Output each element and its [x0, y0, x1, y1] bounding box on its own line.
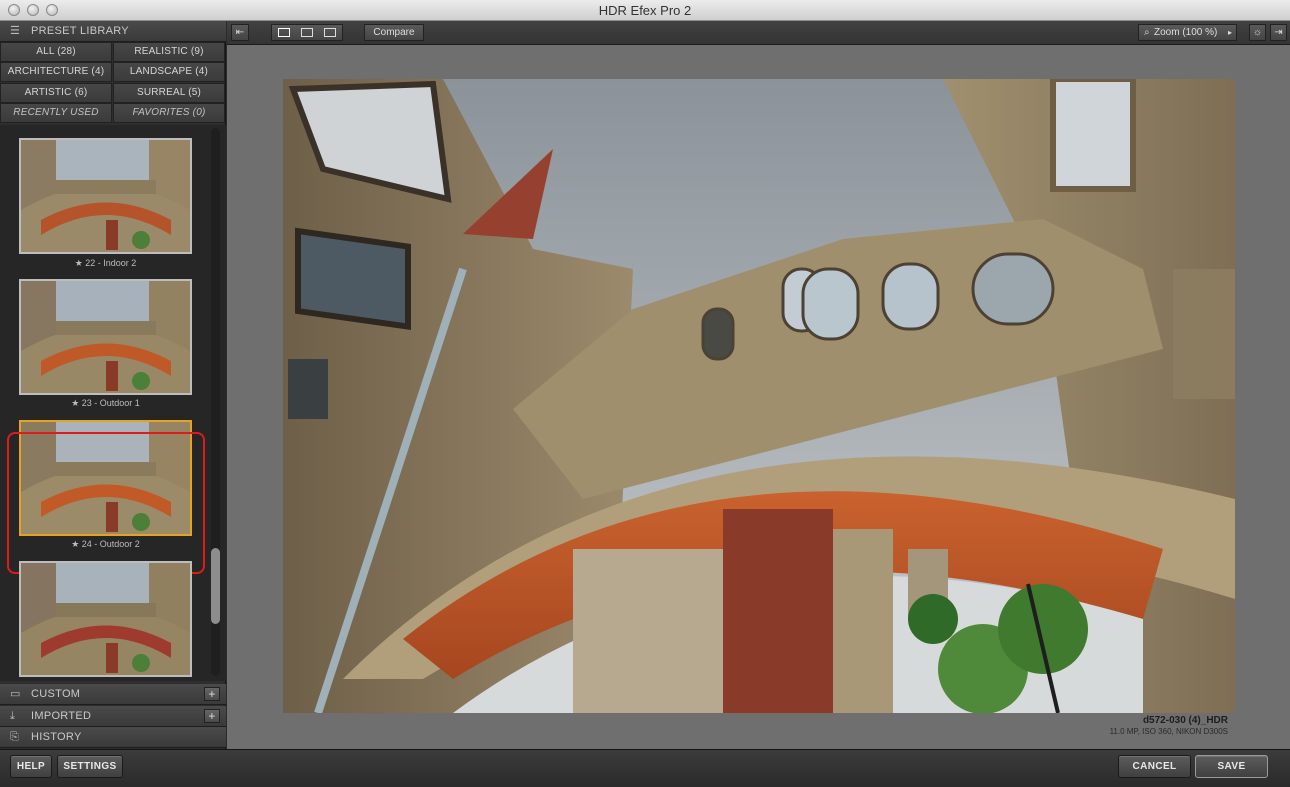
preset-caption: ★ 23 - Outdoor 1	[71, 398, 140, 408]
split-view-icon[interactable]	[301, 28, 313, 37]
custom-section-title: CUSTOM	[31, 688, 81, 700]
bridge-photo	[283, 79, 1235, 713]
preset-thumbnail[interactable]	[19, 279, 192, 395]
side-by-side-view-icon[interactable]	[324, 28, 336, 37]
image-filename: d572-030 (4)_HDR	[1142, 715, 1228, 726]
hide-panel-button[interactable]: ⇤	[231, 24, 249, 41]
preset-caption: ★ 22 - Indoor 2	[74, 258, 137, 268]
cancel-button[interactable]: CANCEL	[1118, 755, 1191, 778]
custom-section-header[interactable]: ▭ CUSTOM +	[0, 684, 226, 705]
help-button[interactable]: HELP	[10, 755, 52, 778]
window-titlebar: HDR Efex Pro 2	[0, 0, 1290, 21]
category-recently-used[interactable]: RECENTLY USED	[0, 103, 112, 123]
background-brightness-button[interactable]: ☼	[1249, 24, 1266, 41]
single-view-icon[interactable]	[278, 28, 290, 37]
save-button[interactable]: SAVE	[1195, 755, 1268, 778]
hdr-preview-image[interactable]	[283, 79, 1235, 713]
preset-categories: ALL (28) REALISTIC (9) ARCHITECTURE (4) …	[0, 42, 226, 124]
compare-button[interactable]: Compare	[364, 24, 424, 41]
preset-thumbnail[interactable]	[19, 561, 192, 677]
image-details: 11.0 MP, ISO 360, NIKON D300S	[1109, 727, 1228, 736]
magnifier-icon: ⌕	[1144, 27, 1150, 38]
imported-section-title: IMPORTED	[31, 710, 92, 722]
selection-highlight-ring	[7, 432, 205, 574]
hide-right-panel-button[interactable]: ⇥	[1270, 24, 1287, 41]
category-landscape[interactable]: LANDSCAPE (4)	[113, 62, 225, 82]
preset-preview-image	[21, 281, 190, 393]
zoom-control[interactable]: ⌕ Zoom (100 %) ▸	[1138, 24, 1237, 41]
preset-thumbnail[interactable]	[19, 138, 192, 254]
preset-thumbnail-list: ★ 22 - Indoor 2 ★ 23 - Outdoor 1 ★ 24 - …	[0, 125, 226, 681]
folder-icon: ▭	[10, 688, 21, 700]
category-realistic[interactable]: REALISTIC (9)	[113, 42, 225, 62]
history-icon: ⎘	[10, 731, 20, 743]
preset-library-title: PRESET LIBRARY	[31, 25, 129, 37]
preset-preview-image	[21, 140, 190, 252]
category-all[interactable]: ALL (28)	[0, 42, 112, 62]
preset-preview-image	[21, 563, 190, 675]
image-preview-area: d572-030 (4)_HDR 11.0 MP, ISO 360, NIKON…	[227, 45, 1290, 749]
import-icon: ⤓	[10, 710, 16, 722]
category-surreal[interactable]: SURREAL (5)	[113, 83, 225, 103]
category-architecture[interactable]: ARCHITECTURE (4)	[0, 62, 112, 82]
add-custom-preset-button[interactable]: +	[204, 687, 220, 701]
history-section-title: HISTORY	[31, 731, 82, 743]
history-section-header[interactable]: ⎘ HISTORY	[0, 727, 226, 748]
settings-button[interactable]: SETTINGS	[57, 755, 123, 778]
bottom-bar: HELP SETTINGS CANCEL SAVE	[0, 749, 1290, 787]
preset-library-header[interactable]: ☰ PRESET LIBRARY	[0, 21, 226, 42]
scrollbar-thumb[interactable]	[211, 548, 220, 624]
window-title: HDR Efex Pro 2	[598, 3, 692, 18]
top-toolbar: ⇤ Compare ⌕ Zoom (100 %) ▸ ☼ ⇥	[227, 21, 1290, 45]
preset-scrollbar[interactable]	[211, 128, 220, 676]
import-preset-button[interactable]: +	[204, 709, 220, 723]
zoom-arrow-icon[interactable]: ▸	[1228, 25, 1232, 40]
zoom-label: Zoom (100 %)	[1154, 27, 1218, 38]
category-artistic[interactable]: ARTISTIC (6)	[0, 83, 112, 103]
list-icon: ☰	[10, 25, 21, 37]
left-panel: ☰ PRESET LIBRARY ALL (28) REALISTIC (9) …	[0, 21, 226, 749]
imported-section-header[interactable]: ⤓ IMPORTED +	[0, 706, 226, 727]
view-mode-group	[271, 24, 343, 41]
category-favorites[interactable]: FAVORITES (0)	[113, 103, 225, 123]
